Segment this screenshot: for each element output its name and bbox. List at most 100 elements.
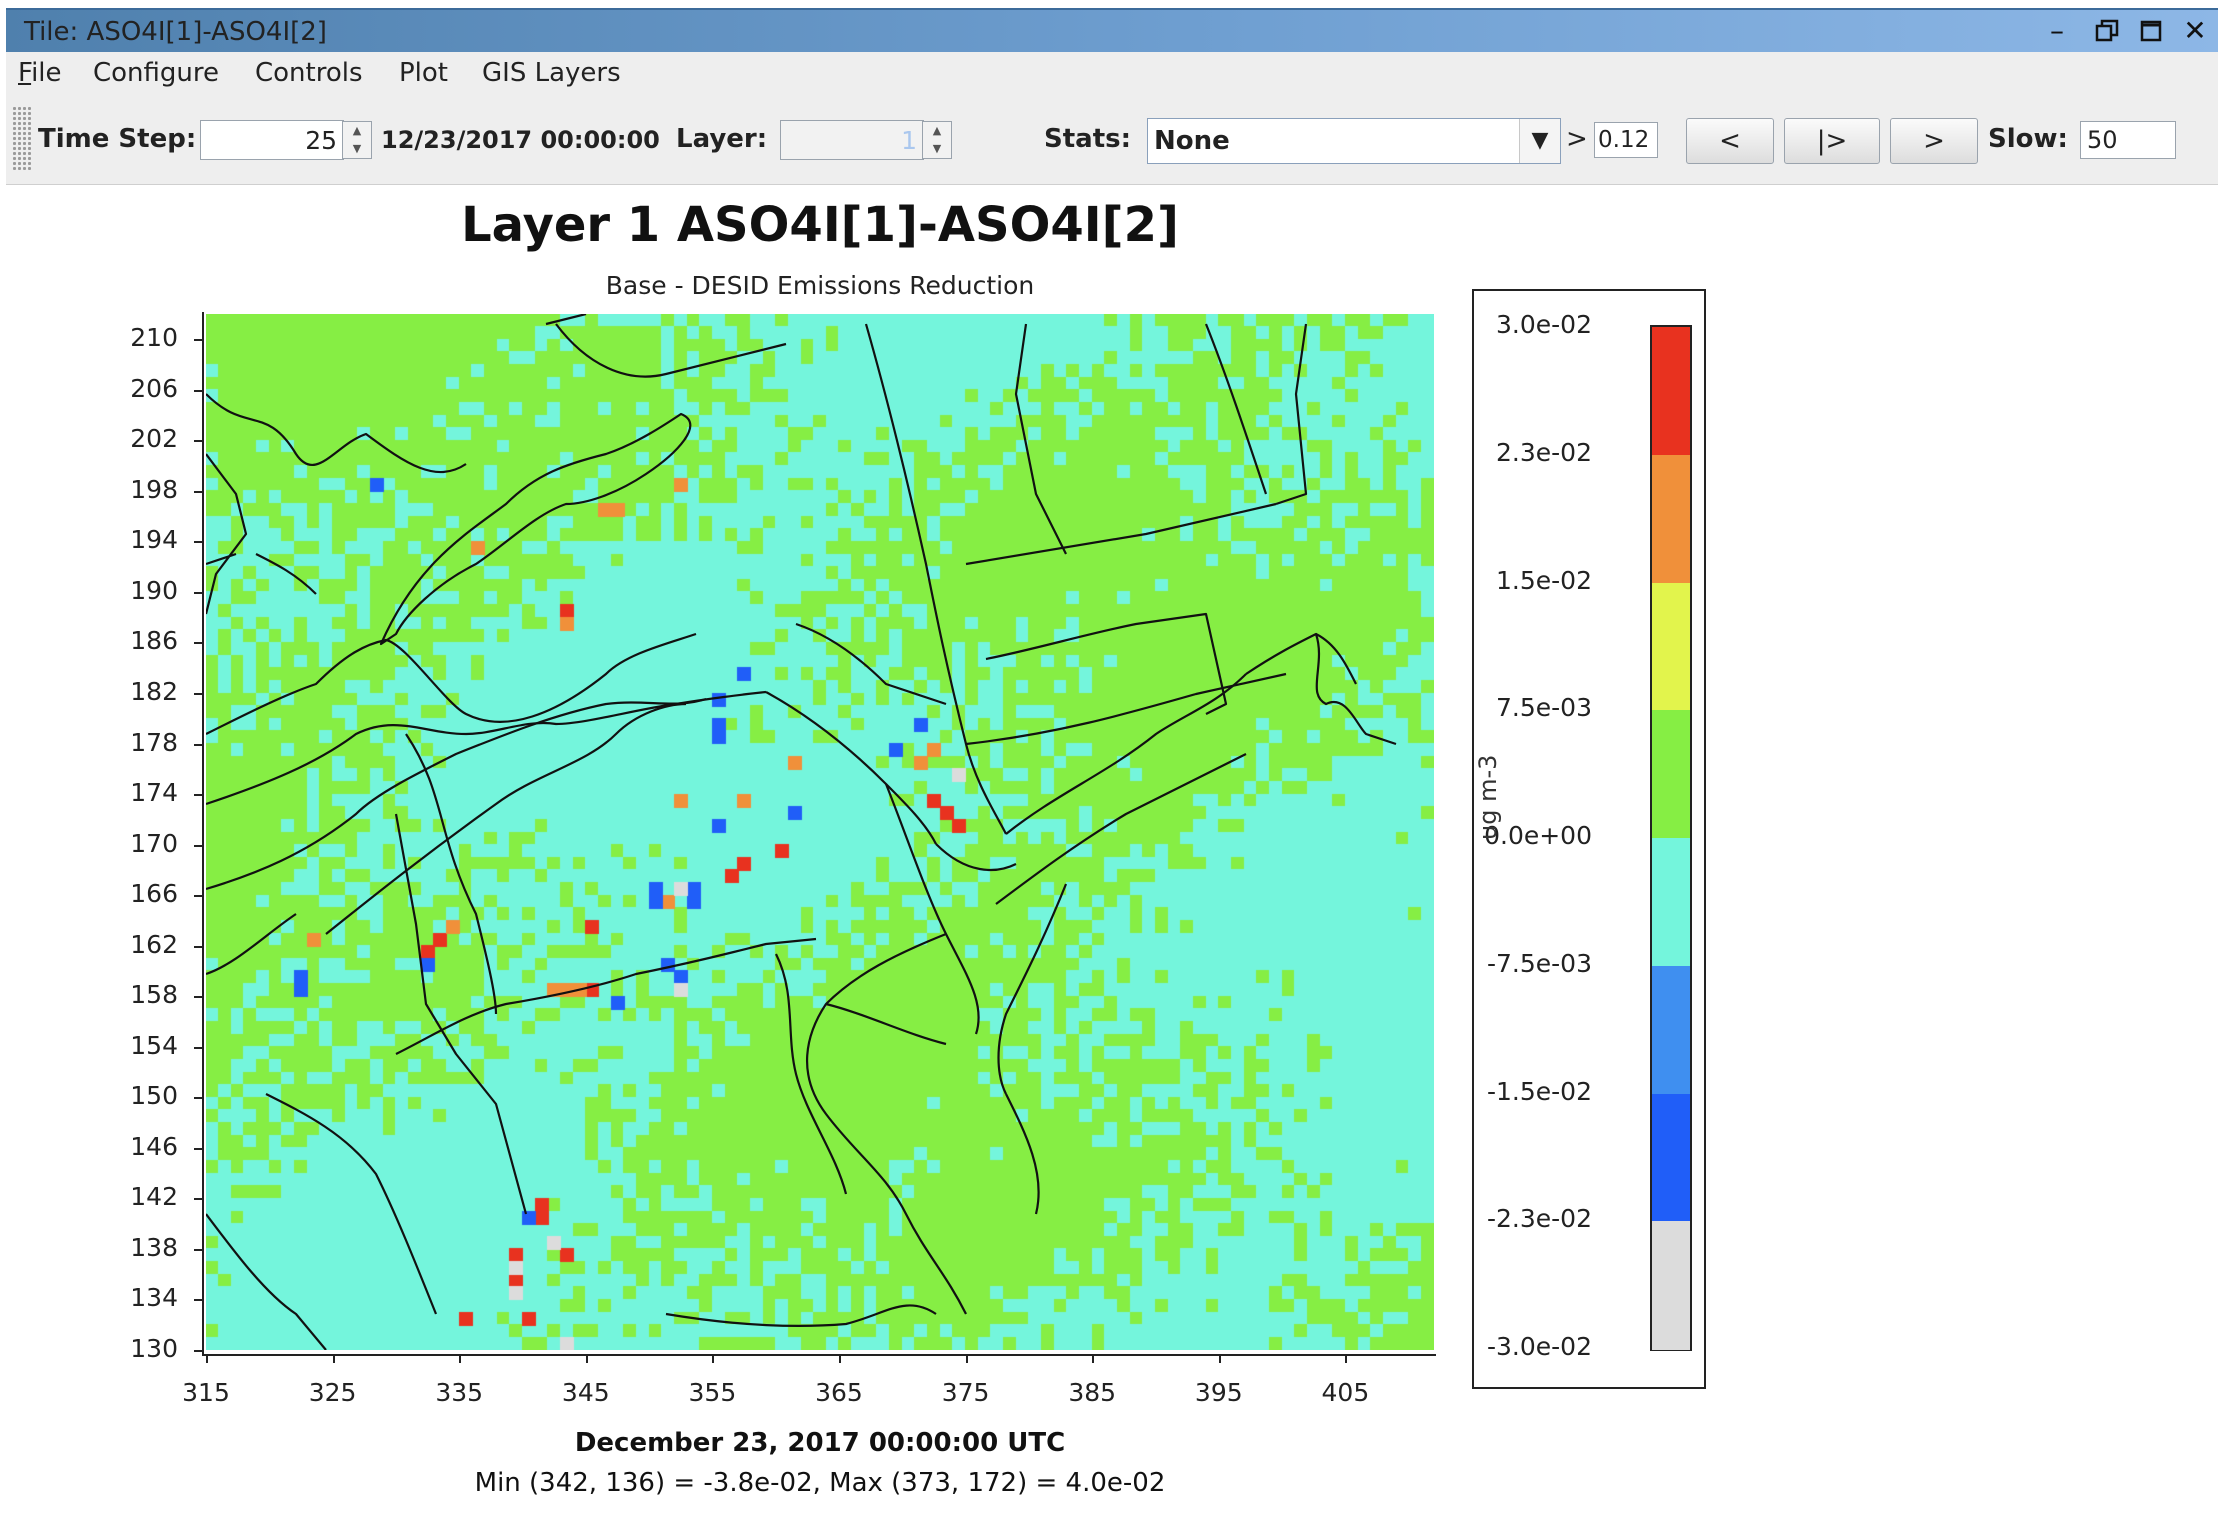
stats-selected-value: None [1154,126,1230,156]
colorbar-label: -3.0e-02 [1487,1332,1592,1361]
y-tick-label: 202 [130,424,178,454]
x-tick-label: 345 [561,1378,610,1407]
x-tick-label: 385 [1068,1378,1117,1407]
colorbar-label: 2.3e-02 [1496,437,1592,467]
y-tick-mark [194,693,203,696]
time-step-input[interactable] [200,120,344,160]
y-tick-label: 198 [130,474,178,504]
y-tick-mark [194,1198,203,1201]
colorbar-label: -2.3e-02 [1487,1204,1592,1234]
threshold-input[interactable] [1594,122,1658,158]
x-tick-label: 395 [1194,1378,1243,1407]
x-tick-mark [459,1354,462,1363]
y-tick-label: 206 [130,373,178,403]
title-bar[interactable]: Tile: ASO4I[1]-ASO4I[2] – ✕ [6,8,2218,52]
slow-input[interactable] [2080,121,2176,159]
y-tick-label: 150 [130,1081,178,1111]
restore-icon[interactable] [2090,14,2124,48]
colorbar-segment [1652,965,1690,1094]
layer-label: Layer: [676,124,768,154]
slow-label: Slow: [1988,124,2068,154]
next-step-button[interactable]: > [1890,118,1978,164]
y-tick-mark [194,339,203,342]
x-tick-mark [1092,1354,1095,1363]
menu-plot[interactable]: Plot [399,58,448,88]
y-tick-label: 194 [130,525,178,555]
x-tick-label: 315 [182,1378,230,1407]
x-tick-mark [585,1354,588,1363]
colorbar-label: 3.0e-02 [1496,310,1592,339]
colorbar-label: 0.0e+00 [1484,821,1592,850]
y-tick-label: 190 [130,575,178,605]
y-tick-label: 174 [130,778,178,808]
colorbar-label: 7.5e-03 [1496,693,1592,723]
colorbar-unit-label: ug m-3 [1474,754,1502,840]
minmax-label: Min (342, 136) = -3.8e-02, Max (373, 172… [474,1468,1166,1498]
y-tick-label: 166 [130,879,178,909]
layer-input [780,120,924,160]
time-step-spinner[interactable]: ▲ ▼ [342,121,372,159]
y-tick-mark [194,591,203,594]
menu-gis-layers[interactable]: GIS Layers [482,58,621,88]
maximize-icon[interactable] [2134,14,2168,48]
y-tick-mark [194,440,203,443]
y-tick-mark [194,1299,203,1302]
colorbar-segment [1652,838,1690,967]
y-tick-mark [194,945,203,948]
heatmap-plot[interactable] [206,314,1434,1350]
y-tick-label: 138 [130,1232,178,1262]
y-tick-label: 146 [130,1131,178,1161]
colorbar-label: 1.5e-02 [1496,565,1592,595]
y-tick-mark [194,1147,203,1150]
y-tick-label: 170 [130,828,178,858]
y-tick-mark [194,895,203,898]
previous-step-button[interactable]: < [1686,118,1774,164]
plot-subtitle: Base - DESID Emissions Reduction [605,271,1035,300]
y-tick-mark [194,844,203,847]
colorbar-segment [1652,327,1690,456]
y-tick-mark [194,996,203,999]
play-step-button[interactable]: |> [1784,118,1880,164]
x-tick-mark [206,1354,208,1363]
x-tick-mark [332,1354,335,1363]
y-tick-mark [194,1350,203,1352]
x-tick-label: 355 [688,1378,737,1407]
coastline-boundaries [206,314,1397,1350]
map-overlay [206,314,1397,1350]
minimize-icon[interactable]: – [2040,14,2074,48]
y-tick-label: 178 [130,727,178,757]
colorbar-segment [1652,710,1690,839]
y-tick-mark [194,490,203,493]
y-tick-mark [194,794,203,797]
spin-down-icon: ▼ [932,142,942,155]
y-tick-label: 162 [130,929,178,959]
colorbar-segment [1652,1221,1690,1350]
plot-title: Layer 1 ASO4I[1]-ASO4I[2] [461,197,1179,253]
menu-configure[interactable]: Configure [93,58,219,88]
time-step-datetime: 12/23/2017 00:00:00 [381,126,660,154]
y-tick-label: 134 [130,1283,178,1313]
x-tick-label: 375 [941,1378,990,1407]
close-icon[interactable]: ✕ [2178,14,2212,48]
y-tick-label: 154 [130,1030,178,1060]
layer-spinner: ▲ ▼ [922,121,952,159]
window-title: Tile: ASO4I[1]-ASO4I[2] [24,17,327,47]
toolbar-grip-handle[interactable] [12,106,32,170]
y-tick-mark [194,1097,203,1100]
y-tick-label: 210 [130,323,178,353]
y-tick-label: 182 [130,677,178,707]
y-tick-mark [194,642,203,645]
application-window: Tile: ASO4I[1]-ASO4I[2] – ✕ File Configu… [0,0,2218,1532]
x-tick-label: 335 [435,1378,484,1407]
colorbar-label: -1.5e-02 [1487,1076,1592,1106]
menu-controls[interactable]: Controls [255,58,363,88]
y-tick-mark [194,743,203,746]
y-tick-mark [194,1046,203,1049]
y-tick-label: 186 [130,626,178,656]
stats-dropdown[interactable]: None ▼ [1147,118,1561,164]
spin-up-icon[interactable]: ▲ [343,122,371,140]
spin-down-icon[interactable]: ▼ [343,140,371,158]
menu-file[interactable]: File [18,58,62,88]
colorbar-segment [1652,454,1690,583]
chevron-down-icon[interactable]: ▼ [1519,119,1560,163]
